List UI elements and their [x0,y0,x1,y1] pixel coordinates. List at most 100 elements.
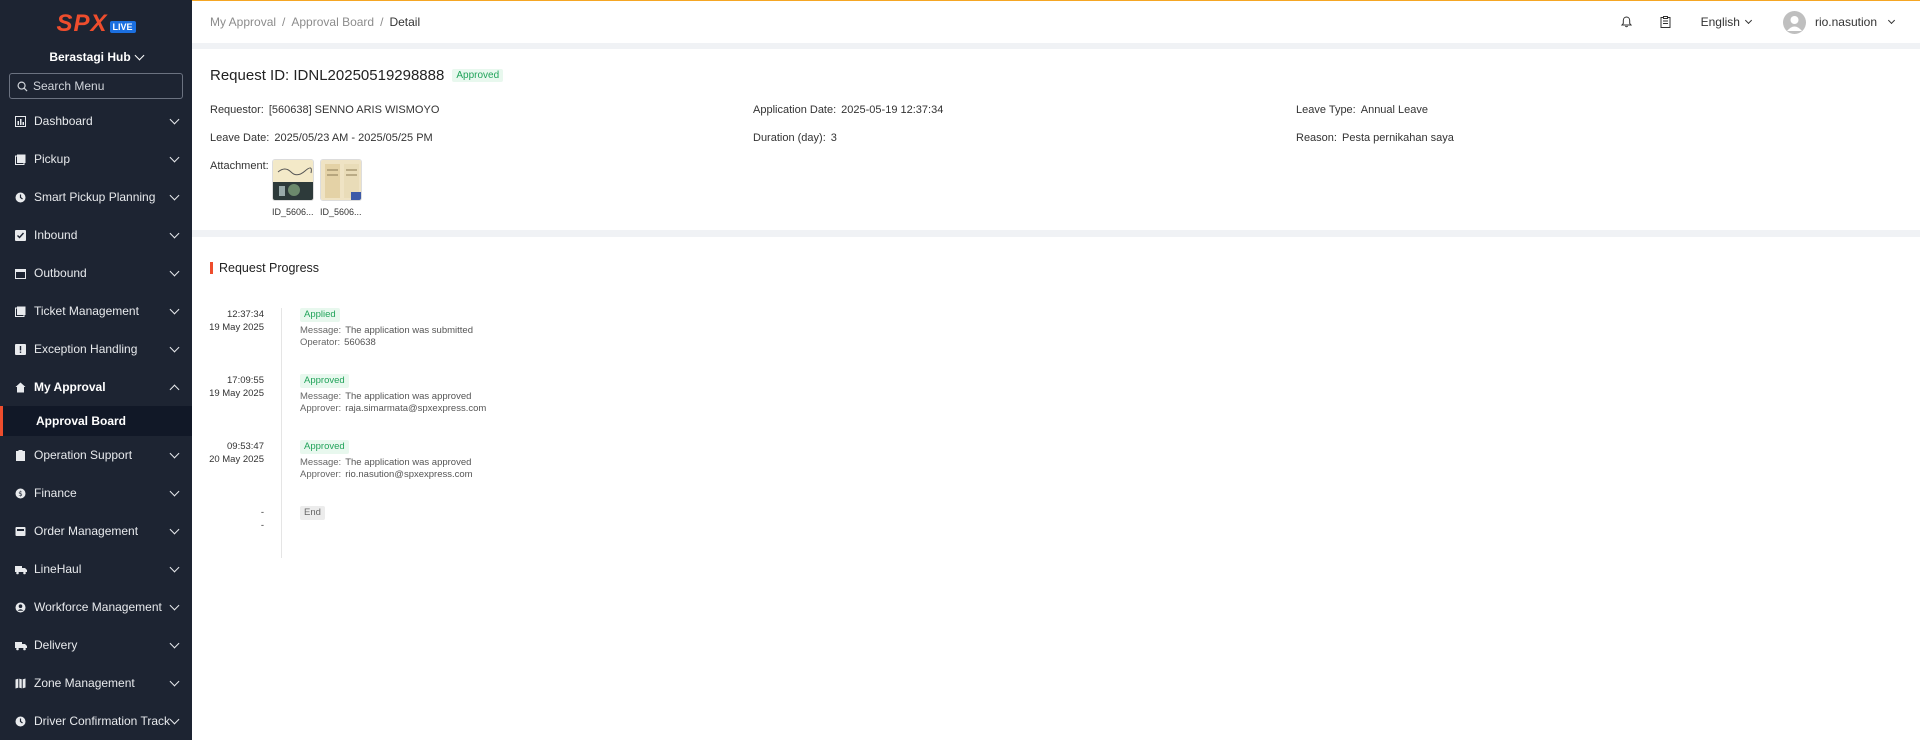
sidebar-item-linehaul[interactable]: LineHaul [0,550,192,588]
sidebar-item-driver-confirmation-tracking[interactable]: Driver Confirmation Track... [0,702,192,740]
sidebar-item-delivery[interactable]: Delivery [0,626,192,664]
user-circle-icon [14,601,27,614]
entry-time: 17:09:55 [227,375,264,386]
sidebar-item-label: Zone Management [34,676,135,690]
entry-time: 12:37:34 [227,309,264,320]
entry-time: 09:53:47 [227,441,264,452]
box-icon [14,153,27,166]
logo-text: SPX [56,10,108,37]
request-title: Request ID: IDNL20250519298888 Approved [210,67,504,84]
alert-icon [14,343,27,356]
requestor-label: Requestor: [210,104,264,116]
sidebar-item-finance[interactable]: $ Finance [0,474,192,512]
chevron-up-icon [169,384,180,394]
breadcrumb-detail: Detail [389,15,421,29]
status-badge: Approved [452,69,504,82]
reason-field: Reason: Pesta pernikahan saya [1296,132,1454,144]
sidebar-item-outbound[interactable]: Outbound [0,254,192,292]
sidebar-item-label: Pickup [34,152,71,166]
timeline-body: End [300,506,325,523]
clock-icon [14,191,27,204]
chevron-down-icon [169,228,180,238]
reason-label: Reason: [1296,132,1337,144]
duration-value: 3 [830,132,837,144]
chevron-down-icon [169,114,180,124]
attachment-list: ID_5606... ID_5606... [272,159,368,217]
sidebar-item-ticket-management[interactable]: Ticket Management [0,292,192,330]
sidebar-item-label: Finance [34,486,77,500]
calendar-icon [14,267,27,280]
sidebar-item-order-management[interactable]: Order Management [0,512,192,550]
sidebar-item-label: LineHaul [34,562,82,576]
sidebar-item-approval-board[interactable]: Approval Board [0,406,192,436]
entry-time: - [260,507,264,518]
sidebar-item-operation-support[interactable]: Operation Support [0,436,192,474]
timeline-line [281,308,282,558]
sidebar-item-label: Workforce Management [34,600,162,614]
message-label: Message: [300,325,342,336]
timeline-time: 09:53:47 20 May 2025 [192,440,264,466]
sidebar-item-dashboard[interactable]: Dashboard [0,102,192,140]
sidebar-item-label: My Approval [34,380,106,394]
delivery-truck-icon [14,639,27,652]
sidebar-item-pickup[interactable]: Pickup [0,140,192,178]
message-value: The application was approved [345,457,472,468]
check-box-icon [14,229,27,242]
chevron-down-icon [169,266,180,276]
operator-value: 560638 [344,337,376,348]
status-badge: Applied [300,308,340,322]
timeline-body: Approved Message: The application was app… [300,374,486,415]
attachment-item[interactable]: ID_5606... [320,159,362,217]
chevron-down-icon [169,524,180,534]
chevron-down-icon [169,486,180,496]
entry-date: - [260,520,264,531]
hub-selector[interactable]: Berastagi Hub [0,44,192,70]
clipboard-icon [14,449,27,462]
user-menu[interactable]: rio.nasution [1782,10,1896,34]
sidebar-item-zone-management[interactable]: Zone Management [0,664,192,702]
attachment-thumbnail[interactable] [272,159,314,201]
message-value: The application was submitted [345,325,473,336]
live-badge: LIVE [109,21,136,33]
sidebar-item-exception-handling[interactable]: Exception Handling [0,330,192,368]
duration-label: Duration (day): [753,132,826,144]
leave-type-value: Annual Leave [1360,104,1429,116]
chevron-down-icon [169,676,180,686]
bell-icon[interactable] [1620,15,1634,29]
truck-icon [14,563,27,576]
breadcrumb-my-approval[interactable]: My Approval [210,15,276,29]
application-date-field: Application Date: 2025-05-19 12:37:34 [753,104,943,116]
attachment-item[interactable]: ID_5606... [272,159,314,217]
breadcrumb-approval-board[interactable]: Approval Board [291,15,374,29]
requestor-field: Requestor: [560638] SENNO ARIS WISMOYO [210,104,439,116]
duration-field: Duration (day): 3 [753,132,837,144]
username: rio.nasution [1814,15,1877,29]
sidebar-item-smart-pickup-planning[interactable]: Smart Pickup Planning [0,178,192,216]
message-value: The application was approved [345,391,472,402]
sidebar-item-workforce-management[interactable]: Workforce Management [0,588,192,626]
header-actions: English rio.nasution [1620,1,1896,44]
status-badge: Approved [300,440,349,454]
attachment-thumbnail[interactable] [320,159,362,201]
request-progress-card: Request Progress 12:37:34 19 May 2025 Ap… [192,237,1920,740]
chevron-down-icon [169,714,180,724]
inbox-icon [14,525,27,538]
clipboard-list-icon[interactable] [1659,15,1673,29]
ticket-icon [14,305,27,318]
language-label: English [1700,15,1740,29]
search-input[interactable] [33,79,173,93]
logo[interactable]: SPX LIVE [0,0,192,44]
search-menu [9,73,183,99]
sidebar-item-inbound[interactable]: Inbound [0,216,192,254]
sidebar-item-my-approval[interactable]: My Approval [0,368,192,406]
attachment-name: ID_5606... [320,207,362,217]
entry-date: 19 May 2025 [209,322,264,333]
timeline-body: Applied Message: The application was subm… [300,308,473,349]
sidebar-item-label: Inbound [34,228,78,242]
sidebar: SPX LIVE Berastagi Hub Dashboard Pickup … [0,0,192,740]
language-selector[interactable]: English [1700,15,1752,29]
approver-label: Approver: [300,469,342,480]
chevron-down-icon [134,50,145,60]
chevron-down-icon [169,562,180,572]
operator-label: Operator: [300,337,341,348]
